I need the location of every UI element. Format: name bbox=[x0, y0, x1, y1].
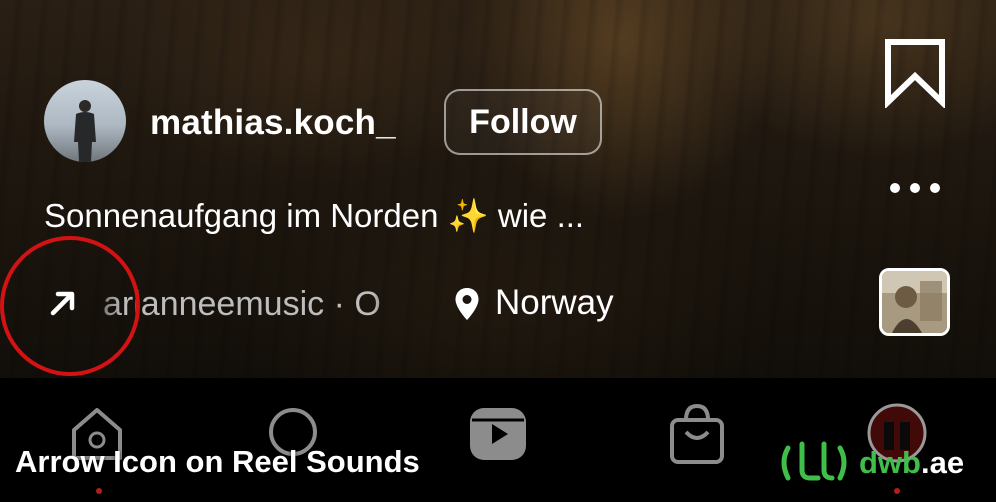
caption-sparkle-emoji: ✨ bbox=[447, 197, 489, 234]
reel-audio-link[interactable]: arianneemusic · O bbox=[103, 285, 406, 324]
location-tag[interactable]: Norway bbox=[495, 283, 614, 323]
brand-name: dwb.ae bbox=[859, 445, 964, 481]
username[interactable]: mathias.koch_ bbox=[150, 103, 396, 143]
shop-icon[interactable] bbox=[666, 402, 728, 466]
home-tab-indicator bbox=[96, 488, 102, 494]
highlight-circle bbox=[0, 236, 140, 376]
profile-tab-indicator bbox=[894, 488, 900, 494]
brand-name-main: dwb bbox=[859, 445, 921, 480]
brand-name-tld: .ae bbox=[921, 445, 965, 480]
avatar[interactable] bbox=[44, 80, 126, 162]
follow-button[interactable]: Follow bbox=[444, 89, 602, 155]
avatar-person-figure bbox=[74, 100, 96, 162]
caption[interactable]: Sonnenaufgang im Norden ✨ wie ... bbox=[44, 197, 584, 236]
more-horizontal-icon[interactable] bbox=[888, 182, 942, 194]
audio-thumbnail-image bbox=[882, 271, 947, 333]
brand-logo-icon bbox=[781, 441, 847, 481]
location-pin-icon bbox=[455, 288, 479, 320]
overlay-title: Arrow Icon on Reel Sounds bbox=[15, 444, 420, 479]
reels-icon[interactable] bbox=[466, 402, 530, 466]
audio-thumbnail[interactable] bbox=[879, 268, 950, 336]
bookmark-icon[interactable] bbox=[884, 38, 946, 108]
caption-text: Sonnenaufgang im Norden bbox=[44, 197, 439, 234]
caption-more[interactable]: wie ... bbox=[498, 197, 584, 234]
